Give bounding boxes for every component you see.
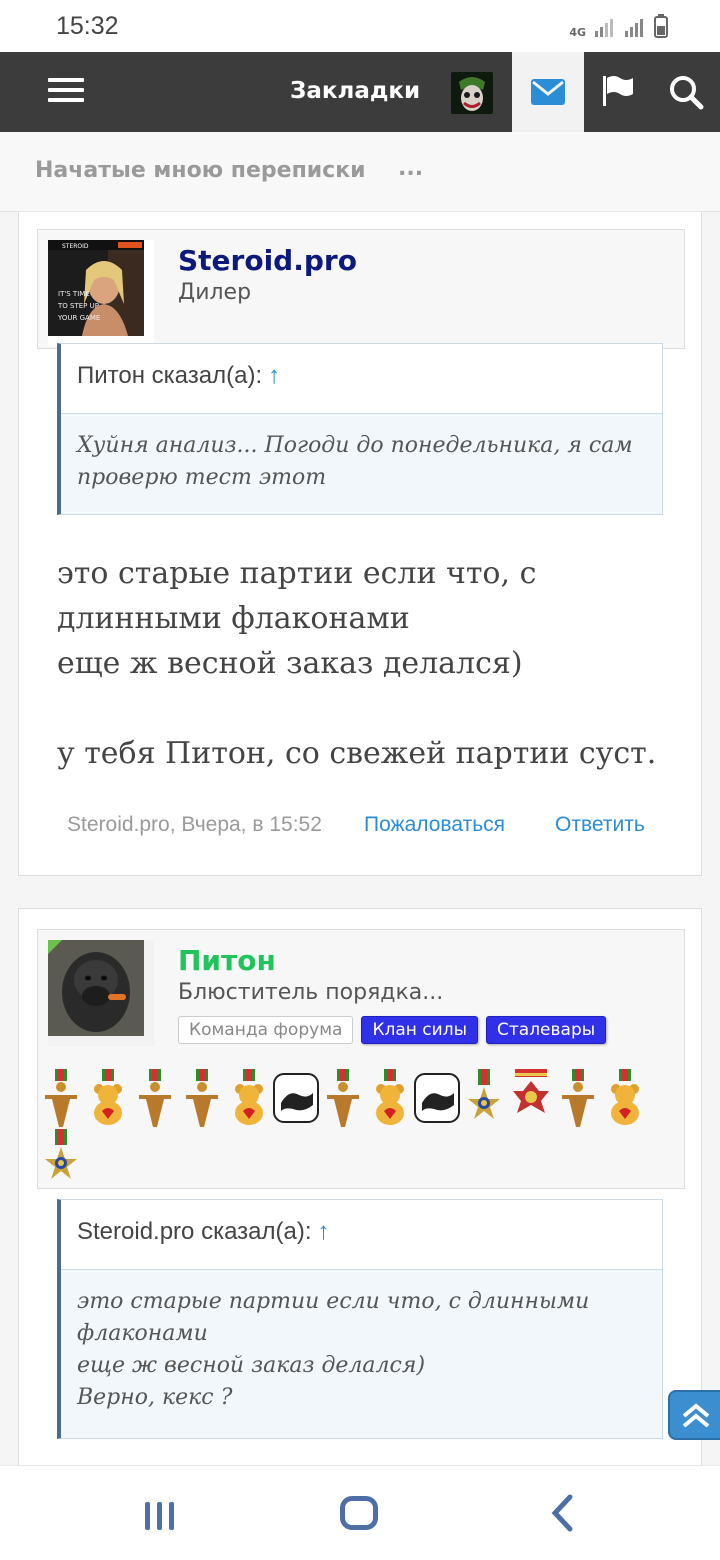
trophy-medals xyxy=(38,1068,678,1188)
quote-header: Steroid.pro сказал(а): ↑ xyxy=(61,1200,662,1270)
quote-text: это старые партии если что, с длинными ф… xyxy=(77,1289,590,1410)
user-badges: Команда форума Клан силы Сталевары xyxy=(178,1016,607,1044)
status-time: 15:32 xyxy=(56,12,119,40)
teddy-bear-medal-icon[interactable] xyxy=(85,1068,131,1128)
status-bar: 15:32 4G xyxy=(0,0,720,52)
network-4g-icon: 4G xyxy=(569,26,586,39)
scroll-to-top-button[interactable] xyxy=(668,1390,720,1440)
signal-icon xyxy=(595,19,613,37)
avatar-text-line1: IT'S TIME xyxy=(58,290,90,298)
quote-block: Steroid.pro сказал(а): ↑ это старые парти… xyxy=(57,1199,663,1439)
quote-body: это старые партии если что, с длинными ф… xyxy=(61,1270,662,1430)
author-avatar[interactable] xyxy=(48,940,154,1046)
badge-forum-team[interactable]: Команда форума xyxy=(178,1016,354,1044)
author-title: Дилер xyxy=(178,280,252,305)
search-button[interactable] xyxy=(668,74,708,114)
star-order-medal-icon[interactable] xyxy=(461,1068,507,1128)
eagle-cross-medal-icon[interactable] xyxy=(508,1068,554,1128)
page-title[interactable]: Закладки xyxy=(290,78,420,104)
author-info: STEROID IT'S TIME TO STEP UP YOUR GAME S… xyxy=(37,229,685,349)
recents-icon xyxy=(145,1502,174,1530)
message-body: это старые партии если что, с длинными ф… xyxy=(57,551,677,821)
quote-jump-arrow-icon[interactable]: ↑ xyxy=(268,362,280,389)
user-avatar[interactable] xyxy=(451,72,493,114)
star-order-medal-icon[interactable] xyxy=(38,1128,84,1188)
battery-icon xyxy=(654,14,668,38)
gold-figure-medal-icon[interactable] xyxy=(320,1068,366,1128)
quote-author: Steroid.pro сказал(а): xyxy=(77,1218,312,1245)
breadcrumb-bar: Начатые мною переписки ... xyxy=(0,132,720,212)
teddy-bear-medal-icon[interactable] xyxy=(226,1068,272,1128)
message-paragraph: у тебя Питон, со свежей партии суст. xyxy=(57,736,657,771)
author-avatar[interactable]: STEROID IT'S TIME TO STEP UP YOUR GAME xyxy=(48,240,154,346)
handshake-medal-icon[interactable] xyxy=(273,1068,319,1128)
double-chevron-up-icon xyxy=(682,1403,710,1428)
gold-figure-medal-icon[interactable] xyxy=(38,1068,84,1128)
badge-clan-power[interactable]: Клан силы xyxy=(361,1016,478,1044)
breadcrumb[interactable]: Начатые мною переписки xyxy=(35,158,366,183)
teddy-bear-medal-icon[interactable] xyxy=(367,1068,413,1128)
author-name[interactable]: Питон xyxy=(178,944,276,977)
signal-icon-2 xyxy=(625,19,643,37)
back-button[interactable] xyxy=(550,1494,574,1536)
inbox-tab[interactable] xyxy=(512,52,584,132)
gorilla-avatar-image xyxy=(48,940,144,1036)
system-icons: 4G xyxy=(569,14,668,38)
back-chevron-icon xyxy=(551,1494,573,1532)
search-icon xyxy=(670,76,704,110)
breadcrumb-more[interactable]: ... xyxy=(398,156,423,181)
quote-body: Хуйня анализ... Погоди до понедельника, … xyxy=(61,414,662,510)
avatar-text-line3: YOUR GAME xyxy=(57,314,100,322)
badge-steelworkers[interactable]: Сталевары xyxy=(486,1016,607,1044)
message-meta[interactable]: Steroid.pro, Вчера, в 15:52 xyxy=(67,813,322,836)
alerts-button[interactable] xyxy=(600,74,640,110)
flag-icon xyxy=(603,76,633,106)
system-navigation-bar xyxy=(0,1465,720,1560)
report-link[interactable]: Пожаловаться xyxy=(364,813,505,837)
gold-figure-medal-icon[interactable] xyxy=(132,1068,178,1128)
conversation-content[interactable]: STEROID IT'S TIME TO STEP UP YOUR GAME S… xyxy=(0,212,720,1465)
author-info: Питон Блюститель порядка... Команда фору… xyxy=(37,929,685,1189)
message-paragraph: это старые партии если что, с длинными ф… xyxy=(57,556,537,681)
quote-header: Питон сказал(а): ↑ xyxy=(61,344,662,414)
reply-link[interactable]: Ответить xyxy=(555,813,645,837)
gold-figure-medal-icon[interactable] xyxy=(179,1068,225,1128)
teddy-bear-medal-icon[interactable] xyxy=(602,1068,648,1128)
envelope-icon xyxy=(531,79,565,105)
menu-icon[interactable] xyxy=(48,78,84,104)
quote-text: Хуйня анализ... Погоди до понедельника, … xyxy=(77,433,633,490)
quote-author: Питон сказал(а): xyxy=(77,362,263,389)
avatar-text-line2: TO STEP UP xyxy=(57,302,99,310)
gold-figure-medal-icon[interactable] xyxy=(555,1068,601,1128)
author-name[interactable]: Steroid.pro xyxy=(178,244,357,277)
joker-avatar-image xyxy=(451,72,493,114)
handshake-medal-icon[interactable] xyxy=(414,1068,460,1128)
avatar-text-brand: STEROID xyxy=(62,243,89,250)
quote-jump-arrow-icon[interactable]: ↑ xyxy=(318,1218,330,1245)
message-footer: Steroid.pro, Вчера, в 15:52 Пожаловаться… xyxy=(67,813,645,837)
recent-apps-button[interactable] xyxy=(143,1500,177,1536)
steroid-avatar-image: STEROID IT'S TIME TO STEP UP YOUR GAME xyxy=(48,240,144,336)
author-title: Блюститель порядка... xyxy=(178,980,444,1005)
message-post: Питон Блюститель порядка... Команда фору… xyxy=(18,908,702,1465)
quote-block: Питон сказал(а): ↑ Хуйня анализ... Погоди… xyxy=(57,343,663,515)
home-button[interactable] xyxy=(340,1496,378,1530)
message-post: STEROID IT'S TIME TO STEP UP YOUR GAME S… xyxy=(18,212,702,876)
app-bar: Закладки xyxy=(0,52,720,132)
